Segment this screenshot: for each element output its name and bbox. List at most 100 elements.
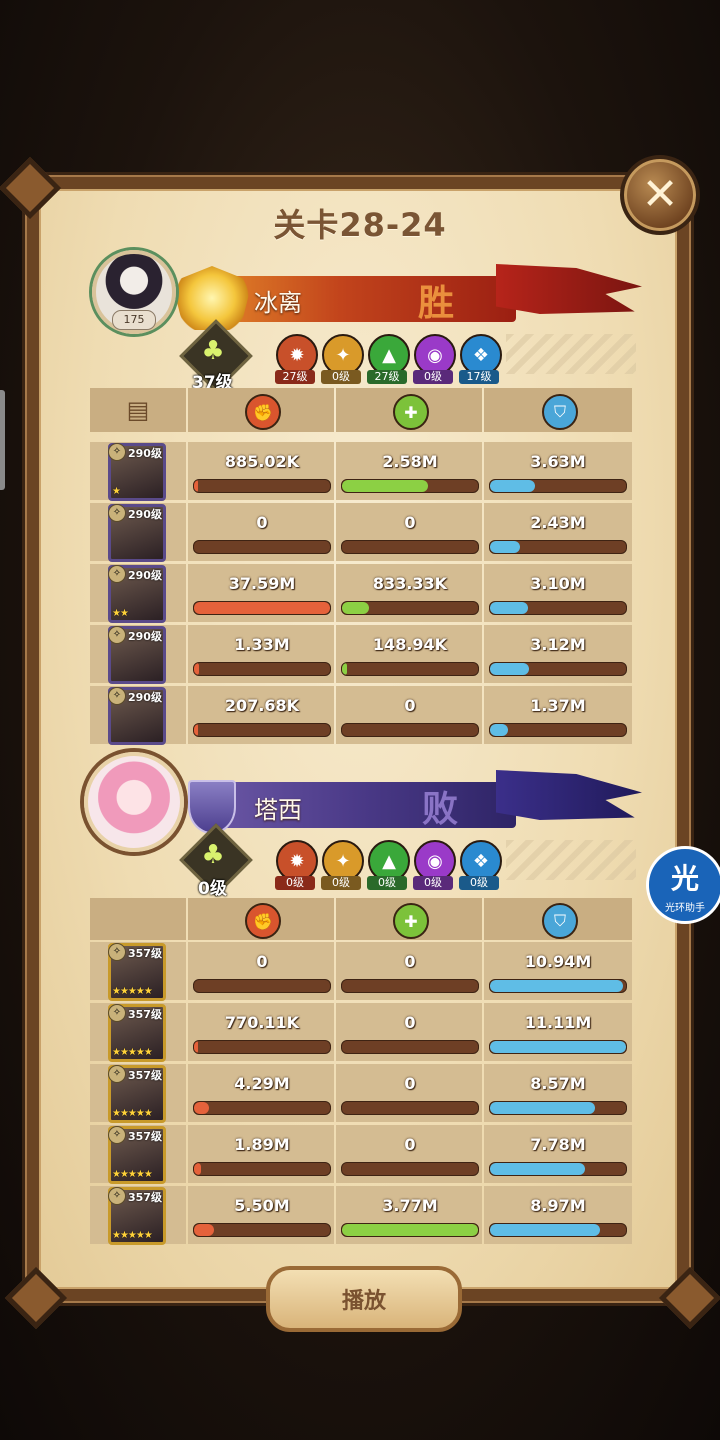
hero-class-icon: ✧ — [108, 443, 126, 461]
hero-class-icon: ✧ — [108, 1126, 126, 1144]
faction-level: 0级 — [275, 876, 315, 890]
defense-bar-fill — [490, 663, 530, 675]
defense-value: 7.78M — [530, 1135, 586, 1154]
heal-value: 0 — [404, 513, 416, 532]
heal-bar — [341, 1162, 479, 1176]
heal-icon: ✚ — [393, 394, 429, 430]
decor-stripes — [506, 334, 636, 374]
heal-value: 0 — [404, 1013, 416, 1032]
faction-level: 0级 — [459, 876, 499, 890]
win-team-name: 冰离 — [254, 289, 302, 317]
hero-stars: ★★★★★ — [112, 986, 153, 997]
hero-stars: ★★ — [112, 608, 129, 619]
defense-bar — [489, 540, 627, 554]
defense-value: 3.63M — [530, 452, 586, 471]
damage-value: 207.68K — [224, 696, 300, 715]
damage-bar-fill — [194, 1102, 209, 1114]
heal-bar-fill — [342, 1224, 478, 1236]
defense-bar-fill — [490, 1224, 601, 1236]
damage-bar-fill — [194, 1041, 199, 1053]
faction-level: 27级 — [275, 370, 315, 384]
damage-bar — [193, 723, 331, 737]
heal-value: 0 — [404, 1135, 416, 1154]
damage-value: 37.59M — [228, 574, 296, 593]
damage-bar-fill — [194, 1224, 215, 1236]
damage-bar — [193, 662, 331, 676]
defense-bar — [489, 479, 627, 493]
lose-banner — [196, 782, 516, 828]
damage-value: 0 — [256, 952, 268, 971]
defense-value: 3.12M — [530, 635, 586, 654]
faction-level: 0级 — [413, 370, 453, 384]
damage-bar — [193, 979, 331, 993]
edge-handle[interactable] — [0, 390, 5, 490]
hero-class-icon: ✧ — [108, 626, 126, 644]
damage-fist-icon: ✊ — [245, 903, 281, 939]
damage-value: 770.11K — [224, 1013, 300, 1032]
hero-level: 290级 — [128, 447, 162, 460]
win-player-level: 175 — [112, 310, 156, 330]
faction-level: 0级 — [321, 876, 361, 890]
assistant-logo-icon: 光 — [670, 862, 699, 895]
heal-bar-fill — [342, 602, 370, 614]
lose-player-avatar[interactable] — [84, 752, 184, 852]
hero-level: 290级 — [128, 630, 162, 643]
play-replay-button[interactable]: 播放 — [266, 1266, 462, 1332]
defense-bar — [489, 979, 627, 993]
heal-bar-fill — [342, 480, 428, 492]
hero-stars: ★★★★★ — [112, 1169, 153, 1180]
defense-bar — [489, 1101, 627, 1115]
heal-value: 0 — [404, 696, 416, 715]
book-icon[interactable]: ▤ — [118, 388, 158, 432]
hero-level: 357级 — [128, 1008, 162, 1021]
damage-bar — [193, 479, 331, 493]
hero-class-icon: ✧ — [108, 504, 126, 522]
hero-class-icon: ✧ — [108, 1004, 126, 1022]
hero-level: 357级 — [128, 947, 162, 960]
decor-stripes — [506, 840, 636, 880]
defense-value: 11.11M — [524, 1013, 592, 1032]
damage-fist-icon: ✊ — [245, 394, 281, 430]
lose-team-name: 塔西 — [254, 796, 302, 824]
faction-level: 0级 — [321, 370, 361, 384]
heal-value: 0 — [404, 1074, 416, 1093]
heal-bar — [341, 1040, 479, 1054]
hero-stars: ★★★★★ — [112, 1230, 153, 1241]
defense-bar — [489, 1162, 627, 1176]
lose-result-label: 败 — [422, 789, 459, 830]
play-label: 播放 — [341, 1289, 386, 1314]
damage-bar — [193, 1040, 331, 1054]
defense-bar — [489, 723, 627, 737]
faction-level: 27级 — [367, 370, 407, 384]
damage-bar-fill — [194, 602, 330, 614]
damage-bar-fill — [194, 663, 200, 675]
hero-level: 357级 — [128, 1191, 162, 1204]
hero-class-icon: ✧ — [108, 687, 126, 705]
damage-bar-fill — [194, 480, 199, 492]
defense-value: 1.37M — [530, 696, 586, 715]
heal-bar — [341, 1223, 479, 1237]
win-result-label: 胜 — [418, 283, 455, 324]
hero-stars: ★★★★★ — [112, 1108, 153, 1119]
hero-stars: ★★★★★ — [112, 1047, 153, 1058]
defense-bar-fill — [490, 541, 520, 553]
defense-bar-fill — [490, 1102, 595, 1114]
floating-assistant-button[interactable]: 光 光环助手 — [646, 846, 720, 924]
defense-bar-fill — [490, 1041, 626, 1053]
hero-class-icon: ✧ — [108, 565, 126, 583]
damage-bar — [193, 1101, 331, 1115]
defense-shield-icon: ⛉ — [542, 903, 578, 939]
damage-bar — [193, 601, 331, 615]
heal-icon: ✚ — [393, 903, 429, 939]
heal-bar — [341, 540, 479, 554]
defense-bar — [489, 601, 627, 615]
damage-value: 4.29M — [234, 1074, 290, 1093]
hero-level: 357级 — [128, 1069, 162, 1082]
heal-value: 2.58M — [382, 452, 438, 471]
hero-class-icon: ✧ — [108, 1187, 126, 1205]
heal-value: 833.33K — [372, 574, 448, 593]
heal-value: 148.94K — [372, 635, 448, 654]
defense-value: 2.43M — [530, 513, 586, 532]
damage-bar — [193, 540, 331, 554]
heal-value: 0 — [404, 952, 416, 971]
